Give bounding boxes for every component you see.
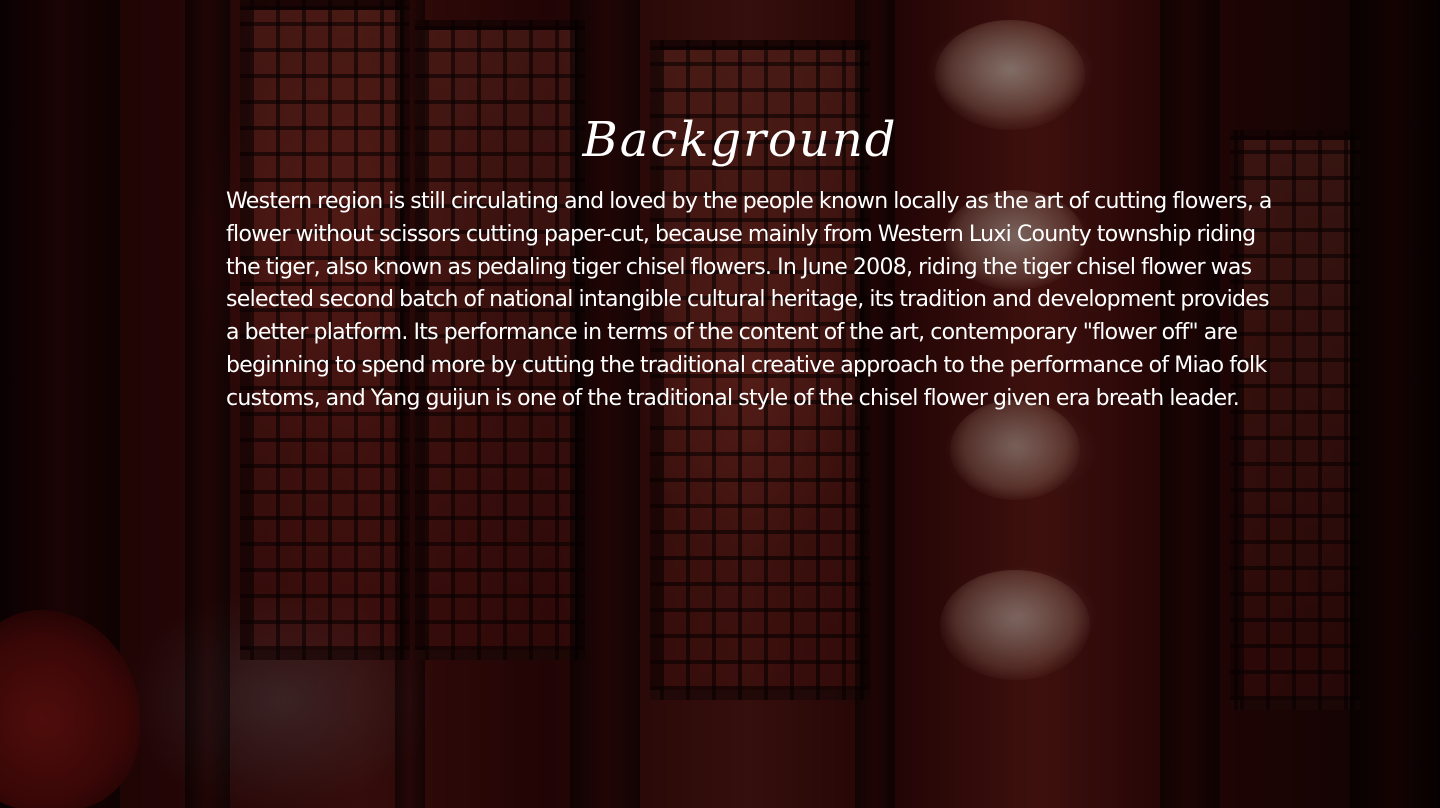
slide-body-text: Western region is still circulating and …	[226, 189, 1272, 411]
slide-title: Background	[582, 112, 898, 168]
slide: Background Western region is still circu…	[0, 0, 1440, 808]
